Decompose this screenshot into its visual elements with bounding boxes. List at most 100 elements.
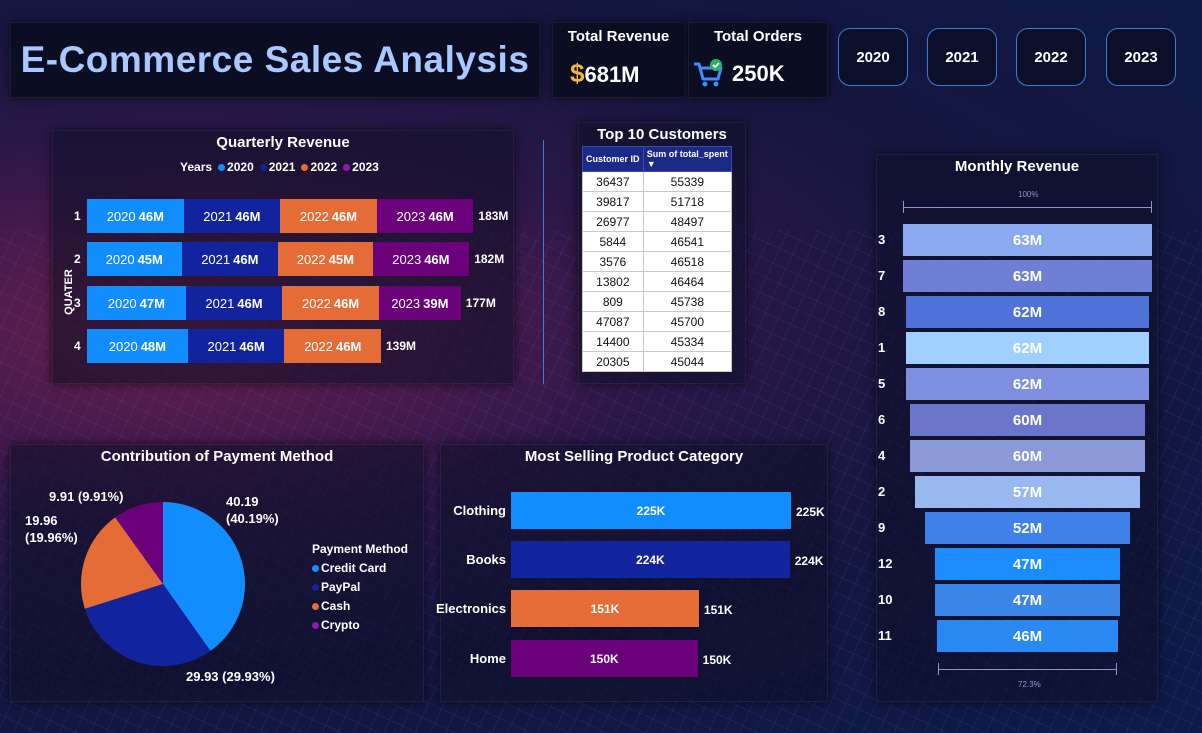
page-title: E-Commerce Sales Analysis (10, 22, 540, 98)
legend-title: Payment Method (312, 542, 409, 556)
year-filter-2022[interactable]: 2022 (1016, 28, 1086, 86)
bar-segment-2020: 2020 48M (87, 329, 188, 363)
month-label: 10 (878, 592, 893, 607)
payment-legend: Payment Method Credit Card PayPal Cash C… (312, 540, 408, 635)
bar-segment-2023: 2023 46M (372, 242, 470, 276)
bar-segment-2022: 2022 46M (280, 199, 377, 233)
year-filter-2023[interactable]: 2023 (1106, 28, 1176, 86)
sort-desc-icon: ▼ (646, 159, 656, 169)
cell-customer-id: 47087 (582, 311, 644, 332)
bar-segment-2021: 2021 46M (181, 242, 279, 276)
legend-swatch (218, 164, 226, 171)
cell-total-spent: 46541 (642, 231, 733, 252)
ruler-tick (1151, 201, 1152, 213)
month-label: 12 (878, 556, 893, 571)
year-filter-2020[interactable]: 2020 (838, 28, 908, 86)
segment-value: 46M (235, 208, 261, 224)
segment-value: 46M (428, 208, 454, 224)
quarter-label: 1 (74, 209, 81, 223)
legend-label: 2023 (352, 160, 379, 174)
bar-segment-2021: 2021 46M (187, 329, 285, 363)
legend-item-cash: Cash (312, 597, 408, 616)
cell-total-spent: 45700 (642, 311, 733, 332)
funnel-bar: 46M (937, 620, 1118, 652)
table-row: 20305 45044 (582, 351, 733, 372)
cell-customer-id: 39817 (582, 191, 644, 212)
month-label: 4 (878, 448, 886, 463)
funnel-bar: 47M (935, 584, 1120, 616)
payment-pie-chart (81, 502, 245, 666)
funnel-top-ruler (903, 207, 1152, 208)
legend-label: 2022 (310, 160, 338, 174)
kpi-label: Total Revenue (567, 28, 670, 45)
bar-segment-2022: 2022 46M (284, 329, 381, 363)
kpi-value: $681M (570, 58, 640, 89)
legend-label: Cash (321, 599, 351, 613)
segment-value: 46M (424, 251, 450, 267)
cell-total-spent: 46464 (642, 271, 733, 292)
year-filter-2021[interactable]: 2021 (927, 28, 997, 86)
category-label: Books (466, 552, 506, 567)
funnel-bottom-percent: 72.3% (1018, 680, 1041, 689)
legend-swatch (259, 164, 267, 171)
month-label: 6 (878, 412, 886, 427)
funnel-bar: 47M (935, 548, 1120, 580)
segment-year: 2020 (106, 208, 136, 224)
cell-customer-id: 3576 (582, 251, 644, 272)
cell-total-spent: 45044 (642, 351, 733, 372)
legend-swatch (312, 565, 319, 572)
legend-swatch (312, 603, 319, 610)
funnel-bottom-ruler (938, 669, 1117, 670)
segment-year: 2021 (203, 208, 233, 224)
category-label: Home (469, 651, 506, 666)
column-header-total-spent[interactable]: Sum of total_spent ▼ (642, 146, 733, 172)
column-header-customer-id[interactable]: Customer ID (582, 146, 644, 172)
legend-label: Credit Card (321, 561, 387, 575)
segment-value: 47M (139, 295, 165, 311)
chart-title: Monthly Revenue (954, 158, 1080, 175)
quarterly-legend: Years 2020 2021 2022 2023 (180, 160, 379, 174)
segment-year: 2020 (108, 338, 138, 354)
legend-item-credit-card: Credit Card (312, 559, 408, 578)
table-row: 26977 48497 (582, 211, 733, 232)
bar-segment-2022: 2022 46M (282, 286, 379, 320)
bar-segment-2021: 2021 46M (183, 199, 281, 233)
dollar-icon: $ (570, 58, 585, 88)
segment-year: 2022 (301, 295, 331, 311)
funnel-bar: 60M (909, 404, 1146, 436)
legend-item-crypto: Crypto (312, 616, 408, 635)
month-label: 7 (878, 268, 886, 283)
bar-segment-2020: 2020 47M (87, 286, 186, 320)
month-label: 2 (878, 484, 886, 499)
kpi-value: 250K (692, 58, 785, 90)
cell-customer-id: 13802 (582, 271, 644, 292)
chart-title: Quarterly Revenue (216, 134, 350, 151)
bar-segment-2020: 2020 46M (87, 199, 184, 233)
segment-year: 2021 (205, 295, 235, 311)
segment-year: 2023 (392, 251, 422, 267)
cell-total-spent: 48497 (642, 211, 733, 232)
quarter-label: 4 (74, 339, 81, 353)
segment-value: 46M (239, 338, 265, 354)
table-row: 5844 46541 (582, 231, 733, 252)
bar-segment-2023: 2023 46M (376, 199, 474, 233)
shopping-cart-icon (694, 59, 723, 87)
cell-customer-id: 26977 (582, 211, 644, 232)
legend-item-2022: 2022 (301, 160, 337, 174)
bar-segment-2022: 2022 45M (278, 242, 373, 276)
legend-label: PayPal (321, 580, 361, 594)
ruler-tick (1116, 663, 1117, 675)
segment-year: 2021 (207, 338, 237, 354)
table-row: 36437 55339 (582, 171, 733, 192)
funnel-top-percent: 100% (1018, 190, 1039, 199)
quarter-total: 182M (474, 252, 505, 266)
table-row: 809 45738 (582, 291, 733, 312)
legend-item-2023: 2023 (343, 160, 379, 174)
segment-value: 39M (423, 295, 449, 311)
legend-swatch (301, 164, 309, 171)
table-row: 3576 46518 (582, 251, 733, 272)
month-label: 3 (878, 232, 886, 247)
funnel-bar: 52M (925, 512, 1130, 544)
cell-customer-id: 5844 (582, 231, 644, 252)
bar-segment-2023: 2023 39M (378, 286, 461, 320)
